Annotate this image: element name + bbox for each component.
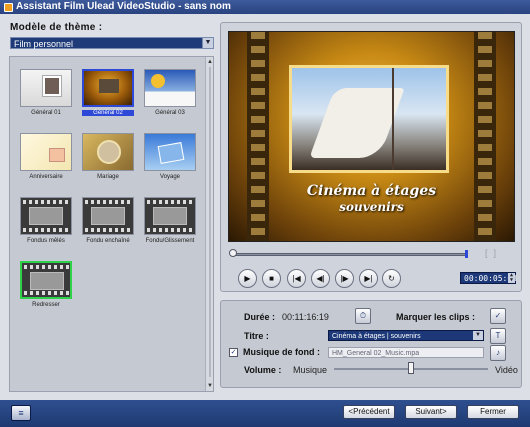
music-browse-button[interactable]: ♪	[490, 345, 506, 361]
theme-thumbnail-mariage[interactable]: Mariage	[82, 133, 134, 185]
volume-video-label: Vidéo	[495, 365, 518, 375]
scrollbar-track[interactable]	[209, 67, 211, 377]
theme-thumbnail-redresser[interactable]: Redresser	[20, 261, 72, 313]
theme-thumbnail-label: Fondus mêlés	[27, 238, 65, 244]
theme-thumbnail-label: Anniversaire	[29, 174, 63, 180]
title-label: Titre :	[244, 331, 269, 341]
background-music-checkbox[interactable]: ✓	[229, 348, 238, 357]
video-preview[interactable]: Cinéma à étages souvenirs	[228, 31, 515, 242]
theme-category-value: Film personnel	[14, 39, 74, 49]
theme-preview-image	[82, 133, 134, 171]
window-title: Assistant Film Ulead VideoStudio - sans …	[16, 1, 231, 12]
theme-thumbnail-voyage[interactable]: Voyage	[144, 133, 196, 185]
preview-photo	[289, 65, 449, 173]
repeat-button[interactable]: ↻	[382, 269, 401, 288]
preview-title-line2: souvenirs	[339, 200, 404, 214]
timecode-display[interactable]: 00:00:05:03 ▲ ▼	[460, 272, 517, 284]
scroll-down-arrow-icon[interactable]: ▼	[206, 382, 214, 390]
previous-frame-button[interactable]: ◀|	[311, 269, 330, 288]
volume-music-label: Musique	[293, 365, 328, 375]
theme-thumbnail-label: Mariage	[97, 174, 119, 180]
duration-value: 00:11:16:19	[282, 312, 329, 322]
theme-thumbnail-label: Général 02	[82, 110, 134, 116]
scroll-up-arrow-icon[interactable]: ▲	[206, 58, 214, 66]
theme-thumbnail-general-02[interactable]: Général 02	[82, 69, 134, 121]
theme-thumbnail-fondu-enchaine[interactable]: Fondu enchaîné	[82, 197, 134, 249]
mark-clips-label: Marquer les clips :	[396, 312, 476, 322]
trim-end-marker[interactable]	[465, 250, 468, 258]
preview-title-line1: Cinéma à étages	[306, 183, 437, 199]
theme-preview-image	[144, 69, 196, 107]
music-file-field[interactable]: HM_General 02_Music.mpa	[328, 347, 484, 358]
chevron-down-icon[interactable]: ▼	[473, 331, 483, 340]
next-button[interactable]: Suivant>	[405, 405, 457, 419]
next-frame-button[interactable]: |▶	[335, 269, 354, 288]
duration-settings-button[interactable]: ⏱	[355, 308, 371, 324]
scrubber-handle[interactable]	[229, 249, 237, 257]
trim-markers: []	[485, 248, 502, 258]
theme-template-label: Modèle de thème :	[10, 22, 103, 33]
timecode-spinner-icon[interactable]: ▲ ▼	[508, 273, 515, 283]
previous-button[interactable]: <Précédent	[343, 405, 395, 419]
film-strip-icon	[144, 197, 196, 235]
film-strip-icon	[20, 261, 72, 299]
theme-thumbnail-general-03[interactable]: Général 03	[144, 69, 196, 121]
play-button[interactable]: ▶	[238, 269, 257, 288]
stop-button[interactable]: ■	[262, 269, 281, 288]
menu-icon[interactable]: ≡	[11, 405, 31, 421]
go-to-end-button[interactable]: ▶|	[359, 269, 378, 288]
theme-preview-image	[144, 133, 196, 171]
volume-label: Volume :	[244, 365, 282, 375]
duration-label: Durée :	[244, 312, 276, 322]
theme-thumbnail-anniversaire[interactable]: Anniversaire	[20, 133, 72, 185]
theme-thumbnail-fondu-glissement[interactable]: Fondu/Glissement	[144, 197, 196, 249]
theme-category-select[interactable]: Film personnel ▼	[10, 37, 214, 49]
theme-thumbnail-label: Général 01	[31, 110, 61, 116]
go-to-start-button[interactable]: |◀	[287, 269, 306, 288]
title-select[interactable]: Cinéma à étages | souvenirs ▼	[328, 330, 484, 341]
theme-thumbnail-label: Général 03	[155, 110, 185, 116]
chevron-down-icon[interactable]: ▼	[202, 38, 213, 48]
theme-gallery: ▲ ▼ Général 01 Général 02 Général 03 Ann…	[9, 56, 214, 392]
title-select-value: Cinéma à étages | souvenirs	[332, 333, 421, 340]
theme-preview-image	[20, 69, 72, 107]
app-icon	[4, 2, 13, 12]
theme-thumbnail-label: Voyage	[159, 174, 181, 180]
timeline-scrubber[interactable]	[229, 249, 468, 258]
theme-thumbnail-label: Redresser	[32, 302, 60, 308]
film-strip-icon	[82, 197, 134, 235]
music-file-value: HM_General 02_Music.mpa	[332, 350, 420, 357]
theme-thumbnail-label: Fondu enchaîné	[86, 238, 130, 244]
window-titlebar: Assistant Film Ulead VideoStudio - sans …	[0, 0, 530, 14]
background-music-label: Musique de fond :	[243, 347, 320, 357]
theme-preview-image	[82, 69, 134, 107]
theme-thumbnail-fondus-meles[interactable]: Fondus mêlés	[20, 197, 72, 249]
volume-slider-thumb[interactable]	[408, 362, 414, 374]
gallery-scrollbar[interactable]: ▲ ▼	[205, 57, 213, 391]
close-button[interactable]: Fermer	[467, 405, 519, 419]
theme-preview-image	[20, 133, 72, 171]
theme-thumbnail-label: Fondu/Glissement	[145, 238, 195, 244]
title-edit-button[interactable]: T	[490, 328, 506, 344]
mark-out-icon[interactable]: ]	[494, 248, 503, 258]
mark-in-icon[interactable]: [	[485, 248, 494, 258]
mark-clips-button[interactable]: ✓	[490, 308, 506, 324]
theme-thumbnail-general-01[interactable]: Général 01	[20, 69, 72, 121]
film-strip-icon	[20, 197, 72, 235]
